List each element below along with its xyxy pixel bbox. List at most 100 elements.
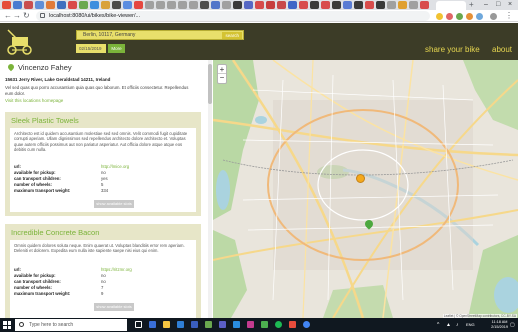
- bike-location-marker[interactable]: [356, 174, 365, 183]
- browser-tab[interactable]: [2, 1, 11, 9]
- spotify-icon[interactable]: [275, 321, 282, 328]
- browser-tab[interactable]: [222, 1, 231, 9]
- tray-chevron-icon[interactable]: ^: [437, 322, 439, 328]
- file-explorer-icon[interactable]: [163, 321, 170, 328]
- nav-link-about[interactable]: about: [492, 45, 512, 55]
- more-button[interactable]: More: [108, 44, 125, 53]
- browser-tab-active[interactable]: [436, 1, 466, 10]
- browser-tab[interactable]: [189, 1, 198, 9]
- browser-tab[interactable]: [365, 1, 374, 9]
- browser-tab[interactable]: [332, 1, 341, 9]
- browser-tab[interactable]: [387, 1, 396, 9]
- attribute-label: maximum transport weight:: [14, 291, 71, 296]
- browser-tab[interactable]: [178, 1, 187, 9]
- date-input[interactable]: 02/15/2019: [76, 44, 106, 53]
- bike-title[interactable]: Sleek Plastic Towels: [11, 116, 79, 126]
- extension-icon[interactable]: [456, 13, 463, 20]
- location-search-input[interactable]: Berlin, 10117, Germany search: [76, 30, 244, 40]
- browser-tab[interactable]: [24, 1, 33, 9]
- taskbar-app-icon[interactable]: [233, 321, 240, 328]
- browser-tab[interactable]: [420, 1, 429, 9]
- show-available-slots-button[interactable]: show available slots: [94, 303, 134, 311]
- browser-tab[interactable]: [68, 1, 77, 9]
- map-tiles: [213, 60, 518, 318]
- close-window-button[interactable]: ×: [508, 0, 512, 10]
- taskbar-clock[interactable]: 11:18 AM 2/15/2019: [491, 320, 508, 329]
- scrollbar-thumb[interactable]: [208, 64, 212, 104]
- browser-tab[interactable]: [244, 1, 253, 9]
- browser-tab[interactable]: [167, 1, 176, 9]
- browser-tab[interactable]: [409, 1, 418, 9]
- screen: + – □ × ← → ↻ localhost:8080/ui/bikes/bi…: [0, 0, 518, 332]
- new-tab-button[interactable]: +: [469, 0, 474, 10]
- browser-tab[interactable]: [123, 1, 132, 9]
- store-icon[interactable]: [177, 321, 184, 328]
- volume-icon[interactable]: ♪: [456, 322, 459, 328]
- taskbar-app-icon[interactable]: [191, 321, 198, 328]
- browser-tab[interactable]: [134, 1, 143, 9]
- browser-tab[interactable]: [354, 1, 363, 9]
- browser-tab[interactable]: [376, 1, 385, 9]
- map-view[interactable]: + − Leaflet | © OpenStreetMap contributo…: [213, 60, 518, 318]
- bike-title[interactable]: Incredible Concrete Bacon: [11, 228, 99, 238]
- menu-kebab-icon[interactable]: ⋮: [505, 11, 513, 21]
- taskbar-app-icon[interactable]: [149, 321, 156, 328]
- info-icon[interactable]: [40, 13, 45, 18]
- zoom-control: + −: [217, 64, 227, 84]
- browser-tab[interactable]: [112, 1, 121, 9]
- browser-tab[interactable]: [398, 1, 407, 9]
- browser-tab[interactable]: [35, 1, 44, 9]
- taskbar-app-icon[interactable]: [247, 321, 254, 328]
- notification-icon[interactable]: ▢: [510, 322, 515, 328]
- windows-start-icon[interactable]: [3, 321, 11, 329]
- bike-card: Sleek Plastic Towels Architecto est id q…: [5, 112, 201, 216]
- browser-tab[interactable]: [277, 1, 286, 9]
- browser-tab[interactable]: [255, 1, 264, 9]
- browser-tab[interactable]: [46, 1, 55, 9]
- taskbar-app-icon[interactable]: [205, 321, 212, 328]
- browser-tab[interactable]: [343, 1, 352, 9]
- browser-tab[interactable]: [233, 1, 242, 9]
- reload-icon[interactable]: ↻: [23, 11, 30, 21]
- browser-tab[interactable]: [266, 1, 275, 9]
- network-icon[interactable]: ▲: [446, 322, 451, 328]
- browser-tab[interactable]: [79, 1, 88, 9]
- sidebar-scrollbar[interactable]: [208, 60, 212, 318]
- taskbar-app-icon[interactable]: [219, 321, 226, 328]
- address-bar[interactable]: localhost:8080/ui/bikes/bike-viewer/...: [36, 11, 430, 21]
- browser-tab[interactable]: [288, 1, 297, 9]
- chrome-icon[interactable]: [303, 321, 310, 328]
- minimize-button[interactable]: –: [484, 0, 488, 10]
- browser-tab[interactable]: [321, 1, 330, 9]
- browser-tab[interactable]: [156, 1, 165, 9]
- extension-icon[interactable]: [476, 13, 483, 20]
- extension-icon[interactable]: [466, 13, 473, 20]
- forward-arrow-icon[interactable]: →: [13, 11, 21, 21]
- taskbar-app-icon[interactable]: [289, 321, 296, 328]
- cargo-bike-logo-icon[interactable]: [5, 28, 35, 56]
- back-arrow-icon[interactable]: ←: [4, 11, 12, 21]
- zoom-out-button[interactable]: −: [218, 74, 226, 83]
- bookmark-star-icon[interactable]: [436, 13, 443, 20]
- browser-tab[interactable]: [57, 1, 66, 9]
- browser-tab[interactable]: [200, 1, 209, 9]
- browser-tab[interactable]: [145, 1, 154, 9]
- profile-avatar-icon[interactable]: [490, 13, 497, 20]
- maximize-button[interactable]: □: [496, 0, 500, 10]
- nav-link-share-your-bike[interactable]: share your bike: [425, 45, 480, 55]
- show-available-slots-button[interactable]: show available slots: [94, 200, 134, 208]
- browser-tab[interactable]: [310, 1, 319, 9]
- task-view-icon[interactable]: [135, 321, 142, 328]
- results-sidebar: Vincenzo Fahey 15631 Jerry River, Lake G…: [0, 60, 210, 318]
- browser-tab[interactable]: [211, 1, 220, 9]
- taskbar-search-input[interactable]: Type here to search: [15, 319, 127, 331]
- language-indicator[interactable]: ENG: [466, 322, 475, 328]
- extension-icon[interactable]: [446, 13, 453, 20]
- browser-tab[interactable]: [299, 1, 308, 9]
- host-homepage-link[interactable]: Visit this locations homepage: [5, 98, 63, 103]
- search-button[interactable]: search: [222, 32, 242, 39]
- browser-tab[interactable]: [101, 1, 110, 9]
- browser-tab[interactable]: [90, 1, 99, 9]
- browser-tab[interactable]: [13, 1, 22, 9]
- taskbar-app-icon[interactable]: [261, 321, 268, 328]
